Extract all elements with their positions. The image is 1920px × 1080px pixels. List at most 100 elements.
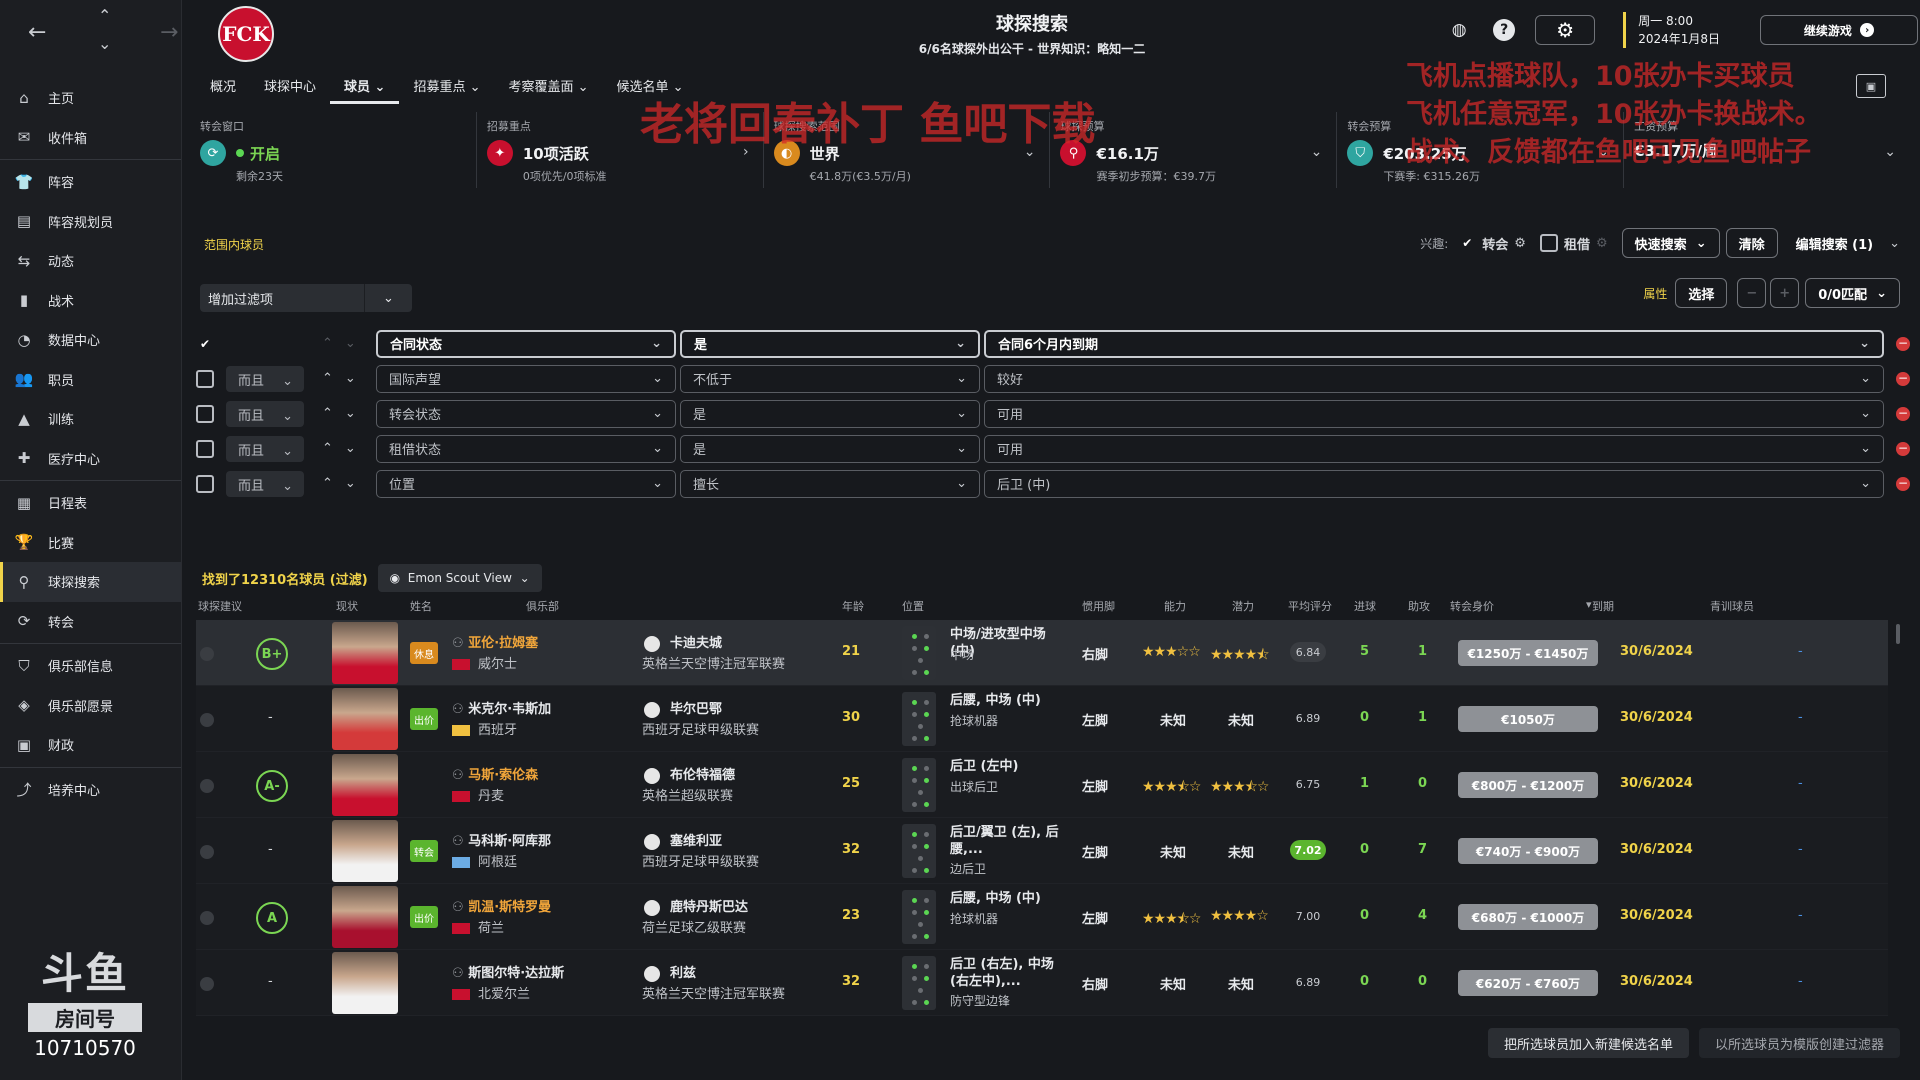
sidebar-item-tactics[interactable]: ▮ 战术 xyxy=(0,281,181,321)
stat-4[interactable]: 转会预算 ⛉ €203.25万 下赛季: €315.26万 ⌄ xyxy=(1337,112,1625,188)
tab-0[interactable]: 概况 xyxy=(196,72,250,104)
row-select-indicator[interactable] xyxy=(200,713,214,727)
filter-field[interactable]: 合同状态 ⌄ xyxy=(376,329,676,358)
filter-checkbox[interactable]: ✔ xyxy=(196,335,214,353)
player-club[interactable]: 卡迪夫城 xyxy=(644,632,722,652)
table-row[interactable]: A- ⚇ 马斯·索伦森 丹麦 布伦特福德 英格兰超级联赛 25 后卫 (左中) 出球后卫 左脚 ★… xyxy=(196,752,1888,818)
scrollbar[interactable] xyxy=(1896,624,1900,644)
player-name[interactable]: ⚇ 凯温·斯特罗曼 xyxy=(452,896,551,915)
create-filter-button[interactable]: 以所选球员为模版创建过滤器 xyxy=(1698,1028,1900,1058)
transfer-value[interactable]: €800万 - €1200万 xyxy=(1458,772,1598,798)
help-icon[interactable]: ? xyxy=(1493,19,1516,41)
filter-reorder-arrows[interactable]: ⌃⌄ xyxy=(322,336,368,351)
column-header[interactable]: 能力 xyxy=(1164,598,1186,614)
filter-value[interactable]: 较好 ⌄ xyxy=(984,364,1884,393)
quick-search-button[interactable]: 快速搜索 ⌄ xyxy=(1621,228,1720,258)
match-dropdown[interactable]: 0/0匹配 ⌄ xyxy=(1805,278,1900,308)
column-header[interactable]: 转会身价 xyxy=(1450,598,1494,614)
sidebar-item-dynamics[interactable]: ⇆ 动态 xyxy=(0,241,181,281)
table-row[interactable]: - 出价 ⚇ 米克尔·韦斯加 西班牙 毕尔巴鄂 西班牙足球甲级联赛 30 后腰, 中场 (中)… xyxy=(196,686,1888,752)
sidebar-item-shirt[interactable]: 👕 阵容 xyxy=(0,162,181,202)
remove-filter-icon[interactable]: − xyxy=(1896,406,1910,421)
player-name[interactable]: ⚇ 斯图尔特·达拉斯 xyxy=(452,962,564,981)
sidebar-item-clipboard[interactable]: ▤ 阵容规划员 xyxy=(0,202,181,242)
chevron-down-icon[interactable]: ⌄ xyxy=(1597,144,1609,160)
filter-reorder-arrows[interactable]: ⌃⌄ xyxy=(322,371,368,386)
table-row[interactable]: A 出价 ⚇ 凯温·斯特罗曼 荷兰 鹿特丹斯巴达 荷兰足球乙级联赛 23 后腰, 中场 (中)… xyxy=(196,884,1888,950)
sidebar-item-data[interactable]: ◔ 数据中心 xyxy=(0,320,181,360)
loan-gear-icon[interactable]: ⚙ xyxy=(1596,236,1608,251)
screenshot-icon[interactable]: ▣ xyxy=(1856,74,1886,98)
sidebar-item-calendar[interactable]: ▦ 日程表 xyxy=(0,483,181,523)
transfer-value[interactable]: €620万 - €760万 xyxy=(1458,970,1598,996)
chevron-down-icon[interactable]: ⌄ xyxy=(1884,144,1896,160)
filter-field[interactable]: 租借状态 ⌄ xyxy=(376,434,676,463)
column-header[interactable]: 位置 xyxy=(902,598,924,614)
filter-checkbox[interactable] xyxy=(196,404,214,423)
loan-checkbox[interactable] xyxy=(1539,234,1558,252)
player-name[interactable]: ⚇ 亚伦·拉姆塞 xyxy=(452,632,538,651)
stat-2[interactable]: 球探搜索范围 ◐ 世界 €41.8万(€3.5万/月) ⌄ xyxy=(764,112,1051,188)
filter-value[interactable]: 合同6个月内到期 ⌄ xyxy=(984,329,1884,358)
row-select-indicator[interactable] xyxy=(200,647,214,661)
player-photo[interactable] xyxy=(332,688,398,750)
sidebar-item-development[interactable]: ⤴ 培养中心 xyxy=(0,770,181,810)
column-header[interactable]: 俱乐部 xyxy=(526,598,559,614)
sidebar-item-home[interactable]: ⌂ 主页 xyxy=(0,78,181,118)
remove-filter-icon[interactable]: − xyxy=(1896,441,1910,456)
minus-button[interactable]: − xyxy=(1737,278,1767,308)
transfer-checkbox[interactable]: ✔ xyxy=(1458,234,1476,252)
chevron-up-icon[interactable]: ⌃ xyxy=(98,6,111,25)
tab-5[interactable]: 候选名单 ⌄ xyxy=(603,72,698,104)
player-club[interactable]: 布伦特福德 xyxy=(644,764,735,784)
filter-reorder-arrows[interactable]: ⌃⌄ xyxy=(322,406,368,421)
filter-field[interactable]: 转会状态 ⌄ xyxy=(376,399,676,428)
tab-1[interactable]: 球探中心 xyxy=(250,72,330,104)
sidebar-item-staff[interactable]: 👥 职员 xyxy=(0,360,181,400)
transfer-value[interactable]: €680万 - €1000万 xyxy=(1458,904,1598,930)
filter-and-dropdown[interactable]: 而且 ⌄ xyxy=(226,435,304,462)
sidebar-item-medical[interactable]: ✚ 医疗中心 xyxy=(0,439,181,479)
player-photo[interactable] xyxy=(332,886,398,948)
row-select-indicator[interactable] xyxy=(200,845,214,859)
filter-operator[interactable]: 是 ⌄ xyxy=(680,329,980,358)
column-header[interactable]: 平均评分 xyxy=(1288,598,1332,614)
column-header[interactable]: 进球 xyxy=(1354,598,1376,614)
row-select-indicator[interactable] xyxy=(200,911,214,925)
clear-button[interactable]: 清除 xyxy=(1725,228,1778,258)
chevron-down-icon[interactable]: ⌄ xyxy=(1311,144,1323,160)
column-header[interactable]: 年龄 xyxy=(842,598,864,614)
player-photo[interactable] xyxy=(332,820,398,882)
transfer-value[interactable]: €1050万 xyxy=(1458,706,1598,732)
add-filter-dropdown[interactable]: 增加过滤项 ⌄ xyxy=(200,284,412,312)
gear-icon[interactable]: ⚙ xyxy=(1535,15,1596,45)
row-select-indicator[interactable] xyxy=(200,977,214,991)
filter-value[interactable]: 后卫 (中) ⌄ xyxy=(984,469,1884,498)
column-header[interactable]: 姓名 xyxy=(410,598,432,614)
back-arrow-icon[interactable]: ← xyxy=(28,20,46,45)
table-row[interactable]: B+ 休息 ⚇ 亚伦·拉姆塞 威尔士 卡迪夫城 英格兰天空博注冠军联赛 21 中场/进攻型中场… xyxy=(196,620,1888,686)
sidebar-item-trophy[interactable]: 🏆 比赛 xyxy=(0,523,181,563)
remove-filter-icon[interactable]: − xyxy=(1896,476,1910,491)
filter-reorder-arrows[interactable]: ⌃⌄ xyxy=(322,441,368,456)
club-logo[interactable]: FCK xyxy=(218,6,274,62)
filter-field[interactable]: 国际声望 ⌄ xyxy=(376,364,676,393)
sidebar-item-training[interactable]: ▲ 训练 xyxy=(0,399,181,439)
player-name[interactable]: ⚇ 马斯·索伦森 xyxy=(452,764,538,783)
player-photo[interactable] xyxy=(332,754,398,816)
player-photo[interactable] xyxy=(332,622,398,684)
tab-2[interactable]: 球员 ⌄ xyxy=(330,72,400,104)
edit-search-button[interactable]: 编辑搜索 (1) xyxy=(1784,228,1885,258)
remove-filter-icon[interactable]: − xyxy=(1896,371,1910,386)
player-photo[interactable] xyxy=(332,952,398,1014)
column-header[interactable]: 助攻 xyxy=(1408,598,1430,614)
column-header[interactable]: 青训球员 xyxy=(1710,598,1754,614)
player-name[interactable]: ⚇ 米克尔·韦斯加 xyxy=(452,698,551,717)
sidebar-item-inbox[interactable]: ✉ 收件箱 xyxy=(0,118,181,158)
tab-4[interactable]: 考察覆盖面 ⌄ xyxy=(494,72,602,104)
transfer-value[interactable]: €1250万 - €1450万 xyxy=(1458,640,1598,666)
plus-button[interactable]: + xyxy=(1770,278,1800,308)
transfer-value[interactable]: €740万 - €900万 xyxy=(1458,838,1598,864)
remove-filter-icon[interactable]: − xyxy=(1896,336,1910,351)
row-select-indicator[interactable] xyxy=(200,779,214,793)
